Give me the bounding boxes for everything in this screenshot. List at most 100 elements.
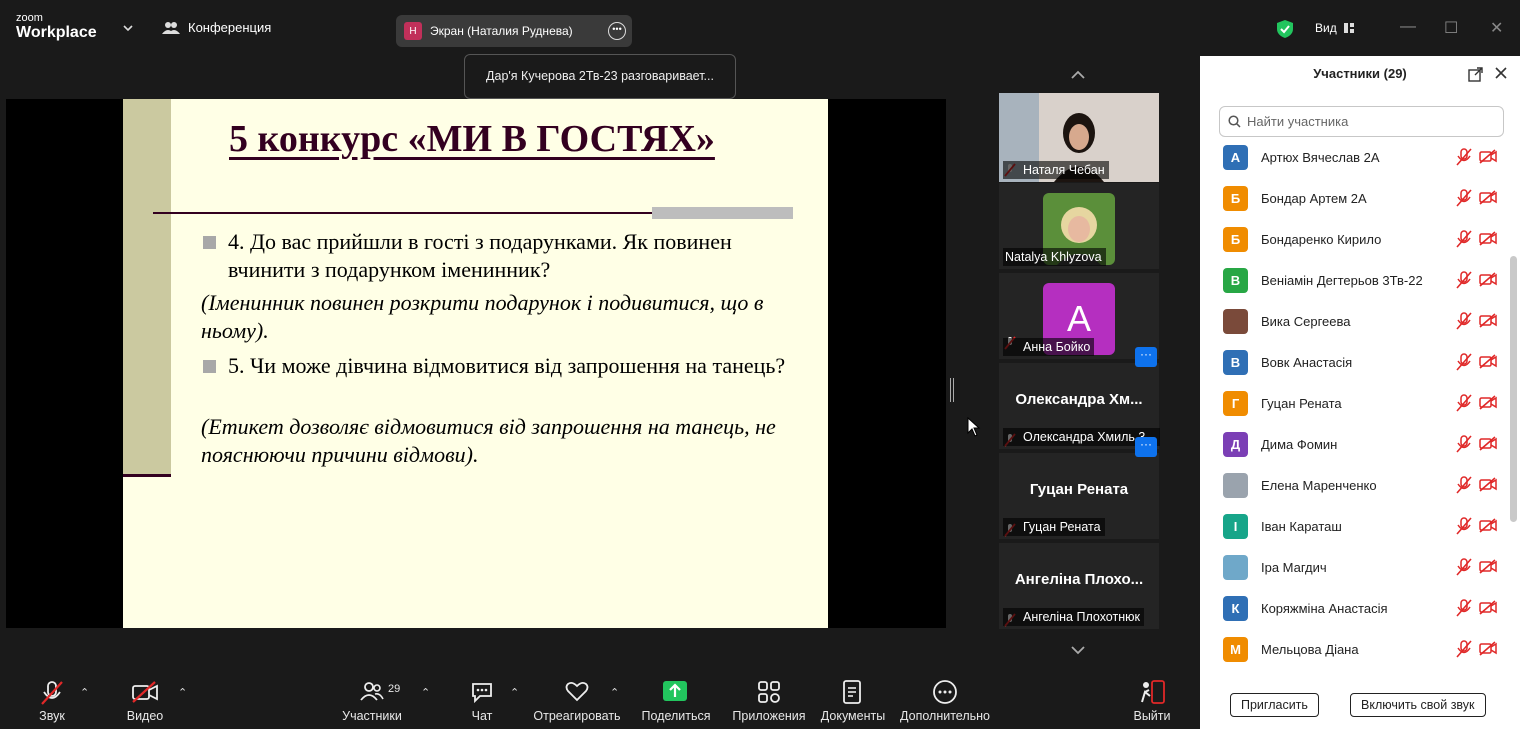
chevron-down-icon[interactable] <box>1070 645 1086 655</box>
view-label: Вид <box>1315 21 1337 35</box>
muted-mic-icon[interactable] <box>1456 394 1472 417</box>
participant-row[interactable]: В Вовк Анастасія <box>1200 345 1508 386</box>
video-tile[interactable]: A Анна Бойко <box>999 273 1159 359</box>
screen-share-indicator[interactable]: Н Экран (Наталия Руднева) ••• <box>396 15 632 47</box>
video-off-icon[interactable] <box>1479 354 1497 374</box>
participant-avatar <box>1223 473 1248 498</box>
more-button[interactable]: Дополнительно <box>898 672 992 729</box>
muted-mic-icon[interactable] <box>1456 435 1472 458</box>
muted-mic-icon[interactable] <box>1456 599 1472 622</box>
unmute-self-button[interactable]: Включить свой звук <box>1350 693 1486 717</box>
muted-mic-icon[interactable] <box>1456 271 1472 294</box>
muted-mic-icon[interactable] <box>1456 476 1472 499</box>
popout-icon[interactable] <box>1468 67 1483 82</box>
participant-row[interactable]: К Коряжміна Анастасія <box>1200 591 1508 632</box>
participant-row[interactable]: Іра Магдич <box>1200 550 1508 591</box>
video-off-icon[interactable] <box>1479 272 1497 292</box>
video-button[interactable]: Видео <box>122 672 168 729</box>
muted-mic-icon[interactable] <box>1456 230 1472 253</box>
participant-name: Іван Караташ <box>1261 519 1342 534</box>
chevron-up-icon[interactable]: ⌃ <box>421 686 430 699</box>
minimize-icon[interactable]: — <box>1400 18 1416 36</box>
video-off-icon[interactable] <box>1479 559 1497 579</box>
splitter-handle[interactable] <box>950 378 954 402</box>
participant-row[interactable]: Елена Маренченко <box>1200 468 1508 509</box>
muted-mic-icon[interactable] <box>1456 189 1472 212</box>
video-off-icon[interactable] <box>1479 641 1497 661</box>
video-off-icon[interactable] <box>1479 600 1497 620</box>
participant-row[interactable]: І Іван Караташ <box>1200 509 1508 550</box>
participant-row[interactable]: Г Гуцан Рената <box>1200 386 1508 427</box>
participant-row[interactable]: Б Бондар Артем 2А <box>1200 181 1508 222</box>
participant-name: Дима Фомин <box>1261 437 1338 452</box>
participant-row[interactable]: Д Дима Фомин <box>1200 427 1508 468</box>
view-menu[interactable]: Вид <box>1315 21 1355 35</box>
participants-panel: Участники (29) ААртюх Вячеслав 2АББондар… <box>1200 56 1520 729</box>
participant-name: Іра Магдич <box>1261 560 1327 575</box>
tile-more-button[interactable]: ··· <box>1135 437 1157 457</box>
participant-row[interactable]: В Веніамін Дегтерьов 3Тв-22 <box>1200 263 1508 304</box>
muted-mic-icon[interactable] <box>1456 558 1472 581</box>
conference-menu[interactable]: Конференция <box>162 20 271 35</box>
muted-mic-icon[interactable] <box>1456 312 1472 335</box>
video-off-icon[interactable] <box>1479 190 1497 210</box>
share-screen-icon <box>663 681 687 701</box>
chevron-up-icon[interactable]: ⌃ <box>510 686 519 699</box>
video-off-icon[interactable] <box>1479 395 1497 415</box>
video-off-icon[interactable] <box>1479 477 1497 497</box>
search-input[interactable] <box>1247 114 1487 129</box>
panel-scrollbar[interactable] <box>1510 256 1517 522</box>
chevron-up-icon[interactable]: ⌃ <box>80 686 89 699</box>
participant-avatar <box>1223 309 1248 334</box>
bullet-square <box>203 360 216 373</box>
participant-avatar: Б <box>1223 227 1248 252</box>
participants-button[interactable]: 29 Участники <box>340 672 404 729</box>
tile-more-button[interactable]: ··· <box>1135 347 1157 367</box>
share-button[interactable]: Поделиться <box>640 672 712 729</box>
video-tile[interactable]: Наталя Чебан <box>999 93 1159 182</box>
video-off-icon[interactable] <box>1479 313 1497 333</box>
audio-button[interactable]: Звук <box>30 672 74 729</box>
chat-button[interactable]: Чат <box>465 672 499 729</box>
slide-title: 5 конкурс «МИ В ГОСТЯХ» <box>229 118 715 160</box>
docs-button[interactable]: Документы <box>820 672 886 729</box>
video-tile[interactable]: Natalya Khlyzova <box>999 183 1159 269</box>
muted-mic-icon[interactable] <box>1456 353 1472 376</box>
tile-big-name: Гуцан Рената <box>1029 481 1129 498</box>
video-off-icon[interactable] <box>1479 231 1497 251</box>
leave-button[interactable]: Выйти <box>1130 672 1174 729</box>
chevron-up-icon[interactable]: ⌃ <box>610 686 619 699</box>
participant-search[interactable] <box>1219 106 1504 137</box>
close-window-icon[interactable]: ✕ <box>1490 18 1503 38</box>
apps-button[interactable]: Приложения <box>730 672 808 729</box>
tile-name: Ангеліна Плохотнюк <box>1003 608 1144 626</box>
muted-mic-icon[interactable] <box>1456 640 1472 663</box>
shield-check-icon[interactable] <box>1276 19 1294 39</box>
participant-row[interactable]: А Артюх Вячеслав 2А <box>1200 142 1508 181</box>
more-label: Дополнительно <box>900 709 990 723</box>
presentation-slide: 5 конкурс «МИ В ГОСТЯХ» 4. До вас прийшл… <box>123 99 828 628</box>
slide-question-1: 4. До вас прийшли в гості з подарунками.… <box>228 229 732 282</box>
participant-row[interactable]: Б Бондаренко Кирило <box>1200 222 1508 263</box>
close-icon[interactable] <box>1494 66 1508 80</box>
video-tile[interactable]: Ангеліна Плохо... Ангеліна Плохотнюк <box>999 543 1159 629</box>
video-off-icon[interactable] <box>1479 436 1497 456</box>
chevron-down-icon[interactable] <box>122 22 134 34</box>
video-tile[interactable]: ··· Олександра Хм... Олександра Хмиль 3.… <box>999 347 1160 449</box>
heart-icon <box>565 681 589 702</box>
video-off-icon[interactable] <box>1479 518 1497 538</box>
participant-row[interactable]: М Мельцова Діана <box>1200 632 1508 672</box>
muted-mic-icon[interactable] <box>1456 148 1472 171</box>
video-off-icon[interactable] <box>1479 149 1497 169</box>
video-tile[interactable]: ··· Гуцан Рената Гуцан Рената <box>999 437 1159 539</box>
participants-label: Участники <box>342 709 402 723</box>
more-options-icon[interactable]: ••• <box>608 22 626 40</box>
participant-row[interactable]: Вика Сергеева <box>1200 304 1508 345</box>
chevron-up-icon[interactable]: ⌃ <box>178 686 187 699</box>
chevron-up-icon[interactable] <box>1070 70 1086 80</box>
react-button[interactable]: Отреагировать <box>533 672 621 729</box>
muted-mic-icon[interactable] <box>1456 517 1472 540</box>
share-label: Поделиться <box>641 709 711 723</box>
maximize-icon[interactable]: ☐ <box>1444 18 1458 38</box>
invite-button[interactable]: Пригласить <box>1230 693 1319 717</box>
